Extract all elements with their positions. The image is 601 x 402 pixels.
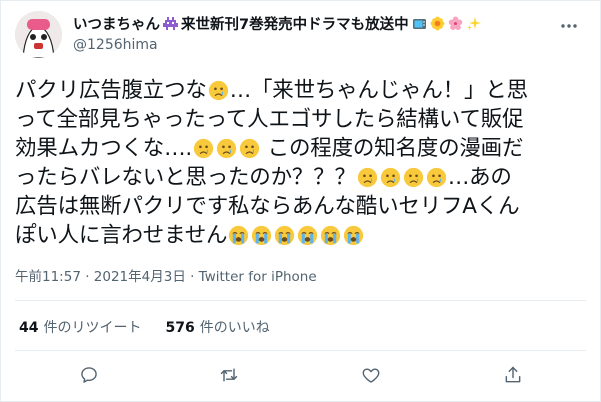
tweet-card: いつまちゃん 来世新刊7巻発売中ドラマも放送中 @1256hima パクリ広告腹… (0, 0, 601, 402)
share-button[interactable] (495, 359, 531, 395)
space-invader-emoji-icon (163, 16, 178, 31)
more-icon[interactable] (554, 11, 584, 41)
avatar[interactable] (15, 11, 62, 58)
tweet-text-segment: って全部見ちゃったって人エゴサしたら結構いて販促 (15, 107, 524, 132)
reply-button[interactable] (71, 359, 107, 395)
tweet-text-segment: 広告は無断パクリです私ならあんな酷いセリフAくん (15, 194, 520, 219)
loudly-crying-face-emoji-icon (298, 225, 318, 246)
crying-face-emoji-icon (239, 138, 260, 159)
tweet-text-segment: ぽい人に言わせません (15, 223, 228, 248)
tweet-text: パクリ広告腹立つな …「来世ちゃんじゃん！」と思って全部見ちゃったって人エゴサした… (15, 76, 590, 250)
tweet-text-segment: …あの (447, 165, 512, 190)
likes-count: 576 (165, 320, 195, 336)
handle[interactable]: @1256hima (73, 37, 543, 53)
timestamp[interactable]: 午前11:57 · 2021年4月3日 · Twitter for iPhone (15, 265, 317, 285)
tweet-text-segment: 効果ムカつくな…. (15, 136, 193, 161)
tweet-text-line: 広告は無断パクリです私ならあんな酷いセリフAくん (15, 192, 590, 221)
crying-face-emoji-icon (380, 167, 400, 188)
heart-icon (361, 365, 381, 389)
tweet-text-segment: この程度の知名度の漫画だ (261, 136, 524, 161)
crying-face-emoji-icon (193, 138, 214, 159)
cherry-blossom-emoji-icon (448, 16, 463, 31)
crying-face-emoji-icon (208, 80, 228, 101)
crying-face-emoji-icon (357, 167, 377, 188)
loudly-crying-face-emoji-icon (252, 225, 272, 246)
tweet-text-line: 効果ムカつくな…. この程度の知名度の漫画だ (15, 134, 590, 163)
tweet-stats: 44 件のリツイート 576 件のいいね (19, 317, 270, 337)
action-bar (1, 359, 601, 395)
crying-face-emoji-icon (403, 167, 423, 188)
likes-label: 件のいいね (199, 320, 270, 336)
tweet-text-segment: パクリ広告腹立つな (15, 78, 207, 103)
tweet-text-line: ったらバレないと思ったのか？？？ …あの (15, 163, 590, 192)
retweet-icon (219, 365, 239, 389)
crying-face-emoji-icon (216, 138, 237, 159)
sparkles-emoji-icon (466, 16, 481, 31)
like-button[interactable] (353, 359, 389, 395)
loudly-crying-face-emoji-icon (344, 225, 364, 246)
reply-icon (79, 365, 99, 389)
retweets-stat[interactable]: 44 件のリツイート (19, 317, 141, 337)
divider (15, 300, 586, 301)
retweets-count: 44 (19, 320, 39, 336)
author-block[interactable]: いつまちゃん 来世新刊7巻発売中ドラマも放送中 @1256hima (73, 13, 543, 53)
crying-face-emoji-icon (426, 167, 446, 188)
display-name-suffix: 来世新刊7巻発売中ドラマも放送中 (181, 16, 409, 33)
blossom-emoji-icon (430, 16, 445, 31)
tweet-text-line: ぽい人に言わせません (15, 221, 590, 250)
tv-emoji-icon (412, 16, 427, 31)
retweets-label: 件のリツイート (43, 320, 142, 336)
display-name[interactable]: いつまちゃん 来世新刊7巻発売中ドラマも放送中 (73, 13, 543, 33)
likes-stat[interactable]: 576 件のいいね (165, 317, 269, 337)
display-name-text: いつまちゃん (73, 16, 160, 33)
share-icon (503, 365, 523, 389)
tweet-text-line: って全部見ちゃったって人エゴサしたら結構いて販促 (15, 105, 590, 134)
loudly-crying-face-emoji-icon (275, 225, 295, 246)
tweet-meta: 午前11:57 · 2021年4月3日 · Twitter for iPhone (15, 265, 317, 285)
tweet-text-segment: ったらバレないと思ったのか？？？ (15, 165, 356, 190)
loudly-crying-face-emoji-icon (321, 225, 341, 246)
retweet-button[interactable] (211, 359, 247, 395)
tweet-text-line: パクリ広告腹立つな …「来世ちゃんじゃん！」と思 (15, 76, 590, 105)
loudly-crying-face-emoji-icon (229, 225, 249, 246)
tweet-text-segment: …「来世ちゃんじゃん！」と思 (229, 78, 528, 103)
divider (15, 350, 586, 351)
